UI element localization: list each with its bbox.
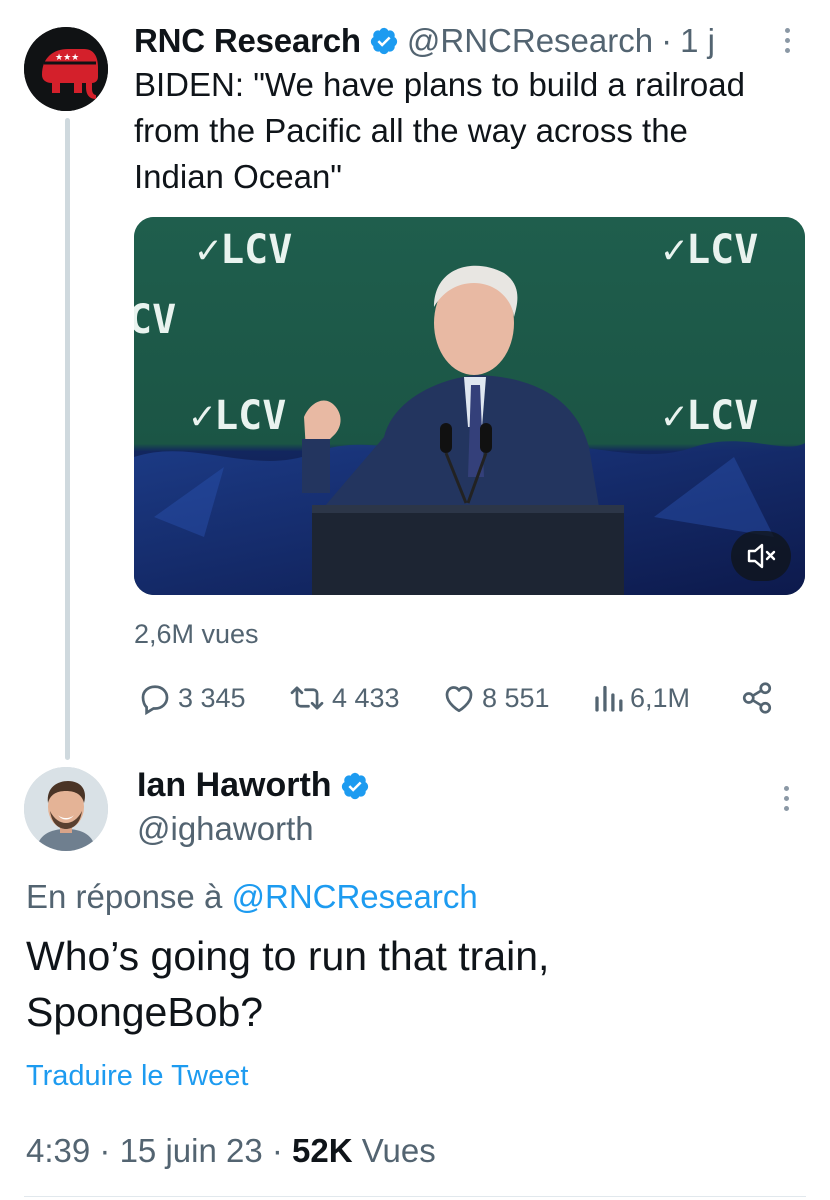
reply-icon <box>141 685 169 716</box>
meta-separator: · <box>99 1132 111 1169</box>
analytics-count: 6,1M <box>630 682 691 713</box>
parent-tweet-text: BIDEN: "We have plans to build a railroa… <box>134 66 745 195</box>
author-handle[interactable]: @RNCResearch <box>407 22 653 60</box>
like-action[interactable]: 8 551 <box>440 680 550 716</box>
share-icon <box>742 682 772 714</box>
more-icon[interactable] <box>781 786 791 816</box>
tweet-views-label: Vues <box>361 1132 436 1169</box>
svg-text:★★★: ★★★ <box>55 53 79 63</box>
ian-avatar[interactable] <box>24 767 108 851</box>
in-reply-prefix: En réponse à <box>26 878 223 915</box>
like-icon <box>445 686 473 713</box>
banner-text: ✓LCV <box>196 227 293 273</box>
video-player[interactable]: ✓LCV ✓LCV CV ✓LCV ✓LCV <box>134 217 805 595</box>
tweet-views-count[interactable]: 52K <box>292 1132 353 1169</box>
translate-link[interactable]: Traduire le Tweet <box>26 1060 248 1093</box>
reply-author-handle[interactable]: @ighaworth <box>137 810 314 848</box>
rnc-elephant-logo: ★★★ <box>24 27 108 111</box>
retweet-icon <box>290 686 324 710</box>
parent-tweet-header: RNC Research @RNCResearch · 1 j <box>134 22 715 60</box>
retweet-action[interactable]: 4 433 <box>286 680 400 716</box>
tweet-date[interactable]: 15 juin 23 <box>120 1132 263 1169</box>
share-action[interactable] <box>738 680 776 721</box>
verified-badge-icon <box>341 772 368 799</box>
in-reply-to: En réponse à @RNCResearch <box>26 878 478 916</box>
banner-text: ✓LCV <box>190 393 287 439</box>
mute-button[interactable] <box>731 531 791 581</box>
tweet-meta: 4:39 · 15 juin 23 · 52K Vues <box>26 1132 436 1170</box>
mute-icon <box>747 543 776 569</box>
analytics-icon <box>595 685 623 712</box>
retweet-count: 4 433 <box>332 682 400 713</box>
reply-tweet-text: Who’s going to run that train, SpongeBob… <box>26 933 550 1035</box>
thread-connector-line <box>65 118 70 760</box>
author-name[interactable]: RNC Research <box>134 22 361 60</box>
verified-badge-icon <box>370 27 397 55</box>
meta-separator: · <box>271 1132 283 1169</box>
reply-count: 3 345 <box>178 682 246 713</box>
reply-action[interactable]: 3 345 <box>136 680 246 716</box>
views-count: 2,6M vues <box>134 619 259 649</box>
banner-text: ✓LCV <box>662 393 759 439</box>
timestamp[interactable]: 1 j <box>680 22 715 60</box>
profile-photo <box>24 767 108 851</box>
analytics-action[interactable]: 6,1M <box>592 680 690 716</box>
banner-text: ✓LCV <box>662 227 759 273</box>
reply-author-name[interactable]: Ian Haworth <box>137 766 332 805</box>
more-icon[interactable] <box>782 28 792 58</box>
banner-text-cut: CV <box>134 297 177 343</box>
reply-tweet-header: Ian Haworth <box>137 766 370 805</box>
divider <box>24 1196 806 1197</box>
rnc-avatar[interactable]: ★★★ <box>24 27 108 111</box>
separator: · <box>661 22 673 59</box>
in-reply-mention[interactable]: @RNCResearch <box>231 878 477 915</box>
like-count: 8 551 <box>482 682 550 713</box>
tweet-time[interactable]: 4:39 <box>26 1132 90 1169</box>
